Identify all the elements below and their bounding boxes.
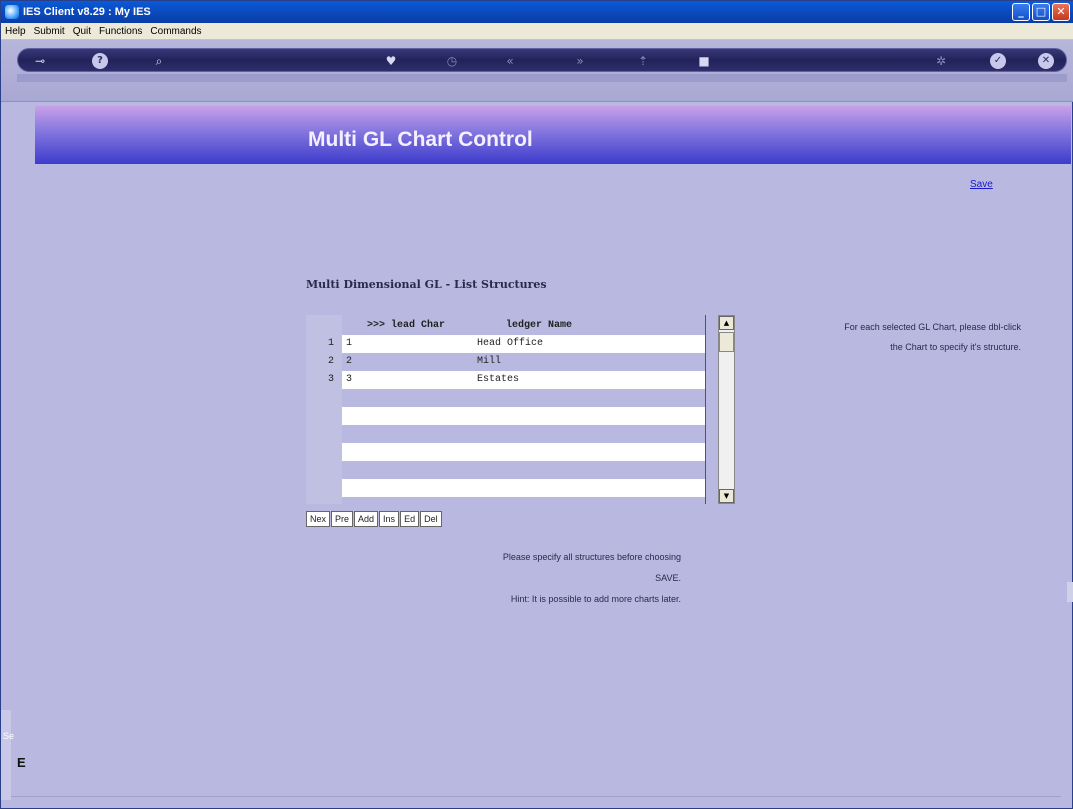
rewind-icon[interactable]: « — [502, 53, 518, 69]
ledger-name-cell: Estates — [477, 374, 520, 385]
table-row-empty[interactable] — [306, 479, 706, 497]
table-row-empty[interactable] — [306, 461, 706, 479]
structures-grid[interactable]: >>> lead Char ledger Name 1 1 Head Offic… — [306, 315, 706, 504]
add-button[interactable]: Add — [354, 511, 379, 527]
row-number: 3 — [328, 374, 335, 385]
table-row[interactable]: 2 2 Mill — [306, 353, 706, 371]
help-icon[interactable]: ? — [92, 53, 108, 69]
right-edge-strip — [1067, 582, 1073, 602]
lead-char-cell: 3 — [346, 374, 353, 385]
search-icon[interactable]: ⌕ — [151, 53, 167, 69]
minimize-button[interactable]: _ — [1012, 3, 1030, 21]
next-button[interactable]: Nex — [306, 511, 331, 527]
grid-header: >>> lead Char ledger Name — [306, 317, 706, 335]
note-hint: Hint: It is possible to add more charts … — [510, 594, 681, 604]
maximize-button[interactable]: □ — [1032, 3, 1050, 21]
close-window-button[interactable]: ✕ — [1052, 3, 1070, 21]
table-row[interactable]: 1 1 Head Office — [306, 335, 706, 353]
table-row-empty[interactable] — [306, 389, 706, 407]
section-title: Multi Dimensional GL - List Structures — [306, 278, 547, 291]
table-row-empty[interactable] — [306, 425, 706, 443]
help-text-line2: the Chart to specify it's structure. — [890, 342, 1021, 352]
grid-scrollbar[interactable]: ▲ ▼ — [718, 315, 735, 504]
lead-char-cell: 2 — [346, 356, 353, 367]
table-row[interactable]: 3 3 Estates — [306, 371, 706, 389]
menu-quit[interactable]: Quit — [73, 26, 91, 37]
app-window: IES Client v8.29 : My IES _ □ ✕ Help Sub… — [0, 0, 1073, 809]
settings-icon[interactable]: ✲ — [933, 53, 949, 69]
app-icon — [5, 5, 19, 19]
scroll-up-button[interactable]: ▲ — [719, 316, 734, 330]
toolbar: ⊸ ? ⌕ ♥ ◷ « » ⇡ ■ ✲ ✓ ✕ — [1, 40, 1073, 102]
note-specify: Please specify all structures before cho… — [502, 552, 681, 562]
stop-icon[interactable]: ■ — [696, 53, 712, 69]
scroll-down-button[interactable]: ▼ — [719, 489, 734, 503]
scroll-thumb[interactable] — [719, 332, 734, 352]
left-edge-label: Se — [3, 731, 15, 741]
close-icon[interactable]: ✕ — [1038, 53, 1054, 69]
ledger-name-cell: Head Office — [477, 338, 544, 349]
toolbar-base — [17, 74, 1067, 82]
clock-icon[interactable]: ◷ — [444, 53, 460, 69]
status-divider — [11, 796, 1061, 797]
previous-button[interactable]: Pre — [331, 511, 354, 527]
menu-submit[interactable]: Submit — [34, 26, 65, 37]
page-title: Multi GL Chart Control — [308, 128, 533, 151]
key-icon[interactable]: ⊸ — [32, 53, 48, 69]
menu-functions[interactable]: Functions — [99, 26, 142, 37]
toolbar-strip: ⊸ ? ⌕ ♥ ◷ « » ⇡ ■ ✲ ✓ ✕ — [17, 48, 1067, 72]
menu-commands[interactable]: Commands — [150, 26, 201, 37]
menu-help[interactable]: Help — [5, 26, 26, 37]
grid-button-bar: Nex Pre Add Ins Ed Del — [306, 511, 442, 527]
table-row-empty[interactable] — [306, 443, 706, 461]
insert-button[interactable]: Ins — [379, 511, 400, 527]
lead-char-cell: 1 — [346, 338, 353, 349]
header-lead-char: >>> lead Char — [367, 320, 446, 331]
heart-icon[interactable]: ♥ — [383, 53, 399, 69]
row-number: 2 — [328, 356, 335, 367]
header-ledger-name: ledger Name — [506, 320, 573, 331]
table-row-empty[interactable] — [306, 407, 706, 425]
window-controls: _ □ ✕ — [1012, 3, 1070, 21]
help-text-line1: For each selected GL Chart, please dbl-c… — [844, 322, 1021, 332]
page-banner: Multi GL Chart Control — [35, 106, 1071, 164]
title-bar[interactable]: IES Client v8.29 : My IES _ □ ✕ — [1, 1, 1073, 23]
edit-button[interactable]: Ed — [400, 511, 420, 527]
menu-bar: Help Submit Quit Functions Commands — [1, 23, 1073, 40]
window-title: IES Client v8.29 : My IES — [23, 6, 151, 18]
left-edge-glyph: E — [17, 755, 26, 770]
check-icon[interactable]: ✓ — [990, 53, 1006, 69]
note-save: SAVE. — [655, 573, 681, 583]
left-edge-panel — [1, 710, 11, 800]
save-link[interactable]: Save — [970, 179, 993, 190]
upload-icon[interactable]: ⇡ — [635, 53, 651, 69]
ledger-name-cell: Mill — [477, 356, 502, 367]
delete-button[interactable]: Del — [420, 511, 442, 527]
row-number: 1 — [328, 338, 335, 349]
main-content: Save Multi Dimensional GL - List Structu… — [1, 164, 1073, 804]
forward-icon[interactable]: » — [572, 53, 588, 69]
